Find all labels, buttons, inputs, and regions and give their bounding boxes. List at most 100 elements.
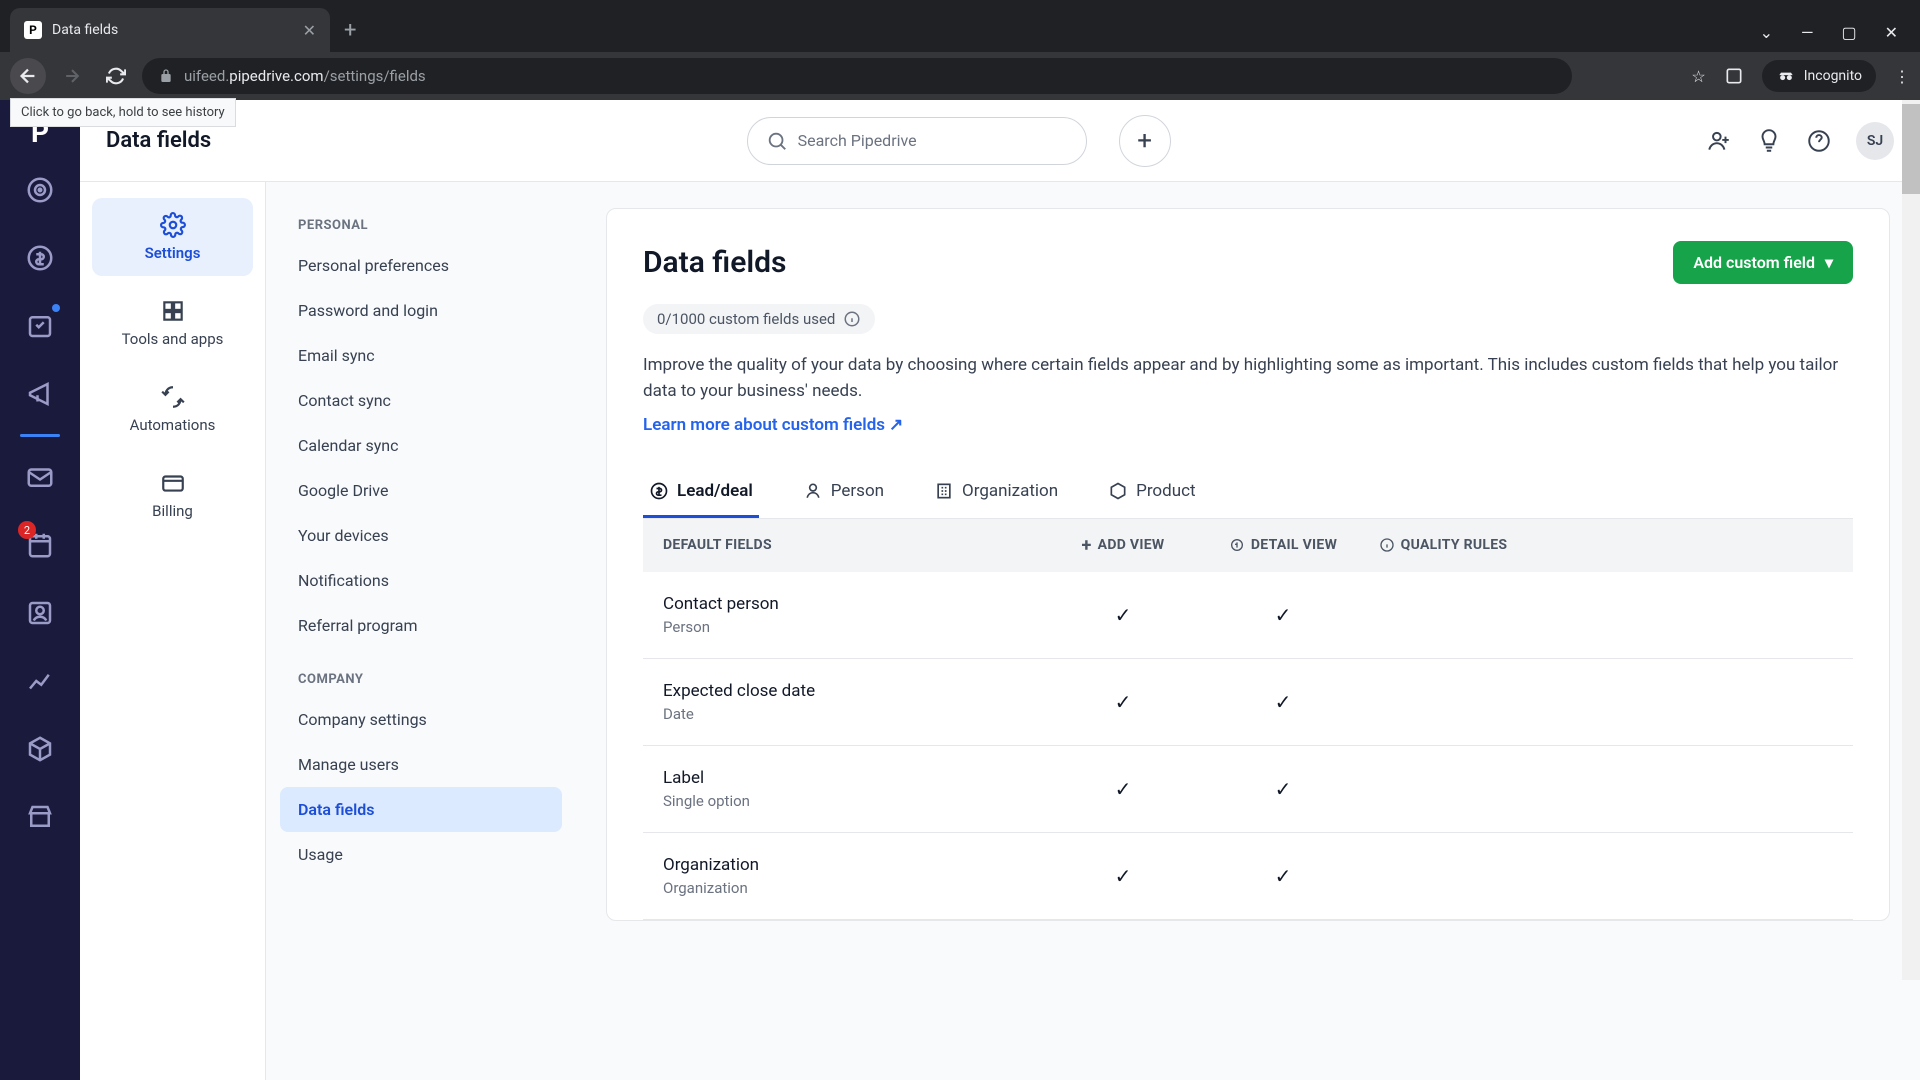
submenu-calendar-sync[interactable]: Calendar sync <box>280 423 562 468</box>
add-view-check: ✓ <box>1043 603 1203 627</box>
settings-nav-automations[interactable]: Automations <box>92 370 253 448</box>
detail-view-check: ✓ <box>1203 864 1363 888</box>
external-link-icon: ↗ <box>889 415 903 435</box>
left-rail: P 2 <box>0 100 80 1080</box>
search-icon <box>766 130 788 152</box>
tab-favicon: P <box>24 21 42 39</box>
incognito-icon <box>1776 66 1796 86</box>
submenu-referral-program[interactable]: Referral program <box>280 603 562 648</box>
detail-view-check: ✓ <box>1203 777 1363 801</box>
field-type: Single option <box>663 792 1043 810</box>
add-view-check: ✓ <box>1043 777 1203 801</box>
rail-marketplace-icon[interactable] <box>12 789 68 845</box>
add-custom-field-button[interactable]: Add custom field▾ <box>1673 241 1853 284</box>
settings-nav-settings[interactable]: Settings <box>92 198 253 276</box>
forward-button <box>54 58 90 94</box>
assistant-icon[interactable] <box>1756 128 1782 154</box>
bookmark-icon[interactable]: ☆ <box>1691 67 1705 86</box>
page-title: Data fields <box>106 128 211 153</box>
settings-nav: Settings Tools and apps Automations Bill… <box>80 182 266 1080</box>
tab-person[interactable]: Person <box>797 467 890 518</box>
col-add-view[interactable]: +ADD VIEW <box>1043 535 1203 556</box>
rail-products-icon[interactable] <box>12 721 68 777</box>
table-row[interactable]: Label Single option ✓ ✓ <box>643 746 1853 833</box>
caret-down-icon: ▾ <box>1825 253 1833 272</box>
rail-campaigns-icon[interactable] <box>12 366 68 422</box>
submenu-your-devices[interactable]: Your devices <box>280 513 562 558</box>
col-quality-rules[interactable]: QUALITY RULES <box>1363 537 1523 553</box>
field-name: Contact person <box>663 594 1043 614</box>
info-icon[interactable] <box>843 310 861 328</box>
settings-nav-billing[interactable]: Billing <box>92 456 253 534</box>
content-title: Data fields <box>643 245 786 280</box>
table-row[interactable]: Organization Organization ✓ ✓ <box>643 833 1853 920</box>
quick-add-button[interactable]: + <box>1119 115 1171 167</box>
rail-mail-icon[interactable] <box>12 449 68 505</box>
minimize-icon[interactable]: — <box>1801 23 1814 42</box>
submenu-usage[interactable]: Usage <box>280 832 562 877</box>
table-header: DEFAULT FIELDS +ADD VIEW DETAIL VIEW QUA… <box>643 519 1853 572</box>
detail-view-check: ✓ <box>1203 603 1363 627</box>
browser-tab[interactable]: P Data fields ✕ <box>10 8 330 52</box>
rail-activities-icon[interactable]: 2 <box>12 517 68 573</box>
learn-more-link[interactable]: Learn more about custom fields↗ <box>643 415 903 435</box>
back-tooltip: Click to go back, hold to see history <box>10 98 236 127</box>
incognito-badge[interactable]: Incognito <box>1762 60 1876 92</box>
reload-button[interactable] <box>98 58 134 94</box>
tab-lead-deal[interactable]: Lead/deal <box>643 467 759 518</box>
field-type: Person <box>663 618 1043 636</box>
submenu-section-personal: PERSONAL <box>280 208 562 243</box>
add-view-check: ✓ <box>1043 864 1203 888</box>
extensions-icon[interactable] <box>1724 66 1744 86</box>
submenu-contact-sync[interactable]: Contact sync <box>280 378 562 423</box>
lock-icon <box>158 68 174 84</box>
tab-title: Data fields <box>52 22 118 38</box>
submenu-data-fields[interactable]: Data fields <box>280 787 562 832</box>
rail-contacts-icon[interactable] <box>12 585 68 641</box>
content-area: Data fields Add custom field▾ 0/1000 cus… <box>576 182 1920 1080</box>
rail-insights-icon[interactable] <box>12 653 68 709</box>
rail-deals-icon[interactable] <box>12 230 68 286</box>
col-detail-view[interactable]: DETAIL VIEW <box>1203 537 1363 553</box>
rail-leads-icon[interactable] <box>12 162 68 218</box>
field-type: Organization <box>663 879 1043 897</box>
add-view-check: ✓ <box>1043 690 1203 714</box>
search-input[interactable]: Search Pipedrive <box>747 117 1087 165</box>
submenu-company-settings[interactable]: Company settings <box>280 697 562 742</box>
chevron-down-icon[interactable]: ⌄ <box>1760 23 1773 42</box>
field-type: Date <box>663 705 1043 723</box>
submenu-manage-users[interactable]: Manage users <box>280 742 562 787</box>
submenu-password-login[interactable]: Password and login <box>280 288 562 333</box>
url-text: uifeed.pipedrive.com/settings/fields <box>184 67 426 85</box>
rail-projects-icon[interactable] <box>12 298 68 354</box>
tab-close-icon[interactable]: ✕ <box>303 21 316 40</box>
vertical-scrollbar[interactable] <box>1902 100 1920 980</box>
fields-usage-badge: 0/1000 custom fields used <box>643 304 875 334</box>
submenu-google-drive[interactable]: Google Drive <box>280 468 562 513</box>
settings-submenu: PERSONAL Personal preferences Password a… <box>266 182 576 1080</box>
maximize-icon[interactable]: ▢ <box>1841 23 1856 42</box>
tab-organization[interactable]: Organization <box>928 467 1064 518</box>
submenu-email-sync[interactable]: Email sync <box>280 333 562 378</box>
submenu-notifications[interactable]: Notifications <box>280 558 562 603</box>
address-bar[interactable]: uifeed.pipedrive.com/settings/fields <box>142 58 1572 94</box>
field-name: Expected close date <box>663 681 1043 701</box>
field-name: Organization <box>663 855 1043 875</box>
submenu-personal-preferences[interactable]: Personal preferences <box>280 243 562 288</box>
new-tab-button[interactable]: + <box>330 8 370 52</box>
content-description: Improve the quality of your data by choo… <box>643 352 1853 405</box>
table-row[interactable]: Expected close date Date ✓ ✓ <box>643 659 1853 746</box>
back-button[interactable] <box>10 58 46 94</box>
avatar[interactable]: SJ <box>1856 122 1894 160</box>
settings-nav-tools[interactable]: Tools and apps <box>92 284 253 362</box>
app-bar: Data fields Search Pipedrive + SJ <box>80 100 1920 182</box>
field-name: Label <box>663 768 1043 788</box>
field-category-tabs: Lead/deal Person Organization Product <box>643 467 1853 519</box>
tab-product[interactable]: Product <box>1102 467 1201 518</box>
invite-icon[interactable] <box>1706 128 1732 154</box>
help-icon[interactable] <box>1806 128 1832 154</box>
detail-view-check: ✓ <box>1203 690 1363 714</box>
kebab-menu-icon[interactable]: ⋮ <box>1894 67 1910 86</box>
close-window-icon[interactable]: ✕ <box>1885 23 1898 42</box>
table-row[interactable]: Contact person Person ✓ ✓ <box>643 572 1853 659</box>
